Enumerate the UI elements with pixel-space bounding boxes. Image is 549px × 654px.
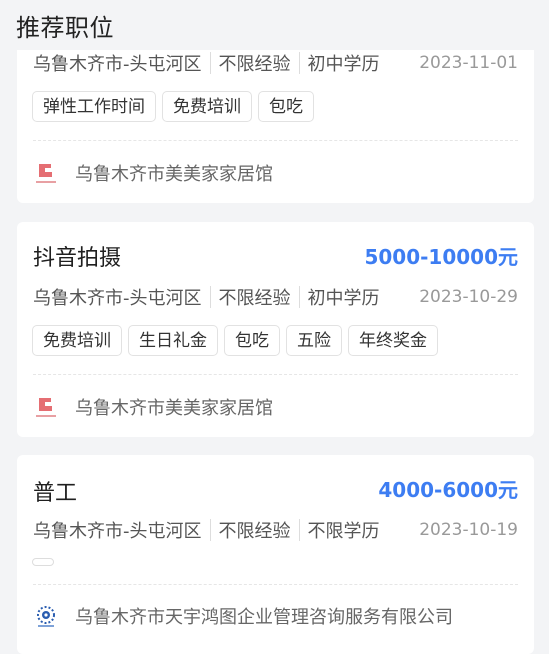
meta-divider — [209, 286, 211, 308]
job-experience: 不限经验 — [218, 54, 291, 75]
job-date: 2023-10-19 — [419, 520, 518, 540]
job-meta: 乌鲁木齐市-头屯河区 不限经验 初中学历 2023-11-01 — [33, 50, 518, 76]
job-experience: 不限经验 — [218, 288, 291, 309]
company-row[interactable]: 乌鲁木齐市美美家家居馆 — [33, 393, 518, 421]
job-education: 不限学历 — [307, 521, 380, 542]
job-location: 乌鲁木齐市-头屯河区 — [33, 521, 202, 542]
company-name: 乌鲁木齐市美美家家居馆 — [75, 398, 273, 419]
company-row[interactable]: 乌鲁木齐市美美家家居馆 — [33, 159, 518, 187]
meta-divider — [298, 286, 300, 308]
job-date: 2023-11-01 — [419, 53, 518, 73]
company-logo-icon — [37, 606, 55, 627]
job-location: 乌鲁木齐市-头屯河区 — [33, 54, 202, 75]
company-row[interactable]: 乌鲁木齐市天宇鸿图企业管理咨询服务有限公司 — [33, 602, 518, 630]
job-salary: 5000-10000元 — [364, 245, 518, 269]
job-card[interactable]: 抖音拍摄 5000-10000元 乌鲁木齐市-头屯河区 不限经验 初中学历 20… — [17, 222, 534, 437]
card-divider — [33, 584, 518, 585]
job-meta: 乌鲁木齐市-头屯河区 不限经验 不限学历 2023-10-19 — [33, 517, 518, 543]
company-logo-icon — [35, 162, 57, 183]
meta-divider — [209, 52, 211, 74]
job-tag: 免费培训 — [162, 91, 252, 122]
company-logo-icon — [35, 396, 57, 417]
job-salary: 4000-6000元 — [378, 478, 518, 502]
page-header: 推荐职位 — [0, 0, 549, 50]
job-experience: 不限经验 — [218, 521, 291, 542]
job-tags: 弹性工作时间 免费培训 包吃 — [32, 91, 314, 122]
job-tag: 包吃 — [258, 91, 314, 122]
job-title: 普工 — [33, 481, 78, 506]
job-tag: 免费培训 — [32, 325, 122, 356]
card-divider — [33, 374, 518, 375]
job-tag: 生日礼金 — [128, 325, 218, 356]
job-tag: 包吃 — [224, 325, 280, 356]
job-title: 抖音拍摄 — [33, 246, 122, 271]
job-meta: 乌鲁木齐市-头屯河区 不限经验 初中学历 2023-10-29 — [33, 284, 518, 310]
meta-divider — [298, 519, 300, 541]
job-tag-empty — [32, 558, 54, 566]
job-list-page: 乌鲁木齐市-头屯河区 不限经验 初中学历 2023-11-01 弹性工作时间 免… — [0, 0, 549, 654]
job-tag: 年终奖金 — [348, 325, 438, 356]
company-name: 乌鲁木齐市天宇鸿图企业管理咨询服务有限公司 — [75, 607, 453, 628]
page-title: 推荐职位 — [16, 14, 114, 42]
job-card[interactable]: 普工 4000-6000元 乌鲁木齐市-头屯河区 不限经验 不限学历 2023-… — [17, 455, 534, 654]
job-location: 乌鲁木齐市-头屯河区 — [33, 288, 202, 309]
job-tag: 弹性工作时间 — [32, 91, 156, 122]
job-education: 初中学历 — [307, 54, 380, 75]
company-name: 乌鲁木齐市美美家家居馆 — [75, 164, 273, 185]
job-date: 2023-10-29 — [419, 287, 518, 307]
job-education: 初中学历 — [307, 288, 380, 309]
meta-divider — [298, 52, 300, 74]
card-divider — [33, 140, 518, 141]
job-tag: 五险 — [286, 325, 342, 356]
meta-divider — [209, 519, 211, 541]
job-tags: 免费培训 生日礼金 包吃 五险 年终奖金 — [32, 325, 438, 356]
